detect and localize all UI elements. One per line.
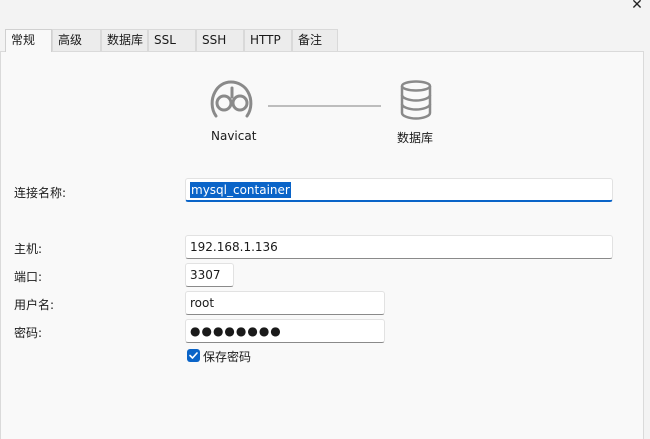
- tab-notes[interactable]: 备注: [292, 29, 338, 51]
- connection-name-value: mysql_container: [190, 182, 291, 198]
- save-password-label[interactable]: 保存密码: [203, 348, 251, 365]
- tab-databases[interactable]: 数据库: [101, 29, 148, 51]
- connection-line: [268, 105, 381, 107]
- password-input[interactable]: ●●●●●●●●: [185, 319, 385, 343]
- tab-ssh[interactable]: SSH: [196, 29, 244, 51]
- save-password-checkbox[interactable]: [187, 349, 200, 362]
- host-input[interactable]: 192.168.1.136: [185, 235, 613, 259]
- checkmark-icon: [189, 352, 198, 359]
- tab-advanced[interactable]: 高级: [52, 29, 101, 51]
- navicat-caption: Navicat: [211, 129, 257, 143]
- username-input[interactable]: root: [185, 291, 385, 315]
- password-label: 密码:: [14, 326, 43, 340]
- database-icon: [399, 80, 433, 120]
- port-input[interactable]: 3307: [185, 263, 234, 287]
- navicat-logo-icon: [210, 79, 254, 121]
- database-caption: 数据库: [397, 131, 434, 145]
- connection-name-label: 连接名称:: [14, 186, 67, 200]
- port-label: 端口:: [14, 270, 43, 284]
- tab-ssl[interactable]: SSL: [148, 29, 196, 51]
- close-icon[interactable]: ✕: [630, 0, 644, 12]
- username-label: 用户名:: [14, 298, 55, 312]
- tab-bar: 常规 高级 数据库 SSL SSH HTTP 备注: [0, 29, 650, 52]
- tab-general[interactable]: 常规: [5, 29, 52, 52]
- tab-http[interactable]: HTTP: [244, 29, 292, 51]
- connection-name-input[interactable]: mysql_container: [185, 178, 613, 202]
- host-label: 主机:: [14, 242, 43, 256]
